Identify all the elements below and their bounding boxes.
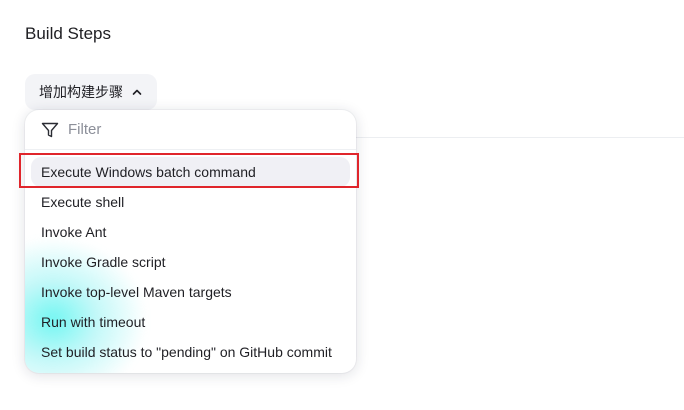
menu-item-execute-shell[interactable]: Execute shell: [31, 187, 350, 217]
filter-icon: [41, 122, 59, 137]
menu-item-invoke-ant[interactable]: Invoke Ant: [31, 217, 350, 247]
menu-item-set-github-status-pending[interactable]: Set build status to "pending" on GitHub …: [31, 337, 350, 367]
filter-input[interactable]: [68, 121, 308, 138]
build-step-dropdown: Execute Windows batch command Execute sh…: [25, 110, 356, 373]
build-steps-page: Build Steps 增加构建步骤 Execute Windows batch…: [0, 0, 684, 410]
filter-row: [25, 110, 356, 150]
menu-item-run-with-timeout[interactable]: Run with timeout: [31, 307, 350, 337]
menu-item-invoke-gradle-script[interactable]: Invoke Gradle script: [31, 247, 350, 277]
menu-item-execute-windows-batch-command[interactable]: Execute Windows batch command: [31, 157, 350, 187]
section-divider: [355, 137, 684, 138]
build-step-list: Execute Windows batch command Execute sh…: [25, 150, 356, 367]
add-build-step-label: 增加构建步骤: [39, 84, 123, 100]
menu-item-invoke-maven-targets[interactable]: Invoke top-level Maven targets: [31, 277, 350, 307]
section-title: Build Steps: [25, 24, 111, 43]
chevron-up-icon: [132, 89, 142, 95]
add-build-step-button[interactable]: 增加构建步骤: [25, 74, 157, 110]
